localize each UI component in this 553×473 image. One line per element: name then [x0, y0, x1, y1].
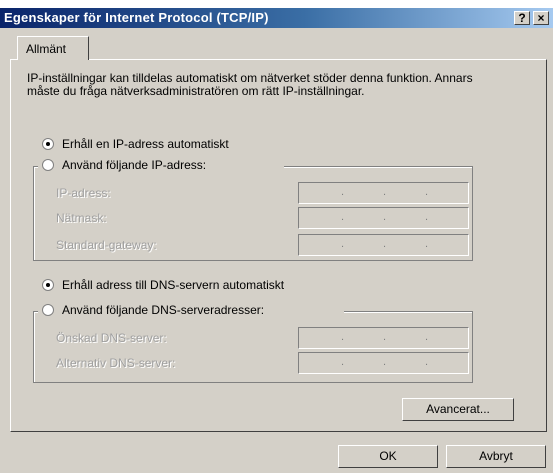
tab-general-label: Allmänt — [26, 42, 67, 56]
dns-manual-radio-label: Använd följande DNS-serveradresser: — [62, 303, 265, 317]
dns-manual-radio[interactable]: Använd följande DNS-serveradresser: — [38, 303, 344, 319]
alternate-dns-input: ... — [298, 352, 469, 374]
ip-address-input: ... — [298, 182, 469, 204]
preferred-dns-label: Önskad DNS-server: — [56, 331, 167, 345]
subnet-mask-input: ... — [298, 207, 469, 229]
ip-address-label: IP-adress: — [56, 186, 111, 200]
subnet-mask-label: Nätmask: — [56, 211, 107, 225]
dialog-window: Egenskaper för Internet Protocol (TCP/IP… — [0, 0, 553, 473]
ip-manual-radio-indicator[interactable] — [42, 159, 54, 171]
ip-manual-radio-label: Använd följande IP-adress: — [62, 158, 207, 172]
cancel-button[interactable]: Avbryt — [446, 445, 546, 468]
ip-manual-radio[interactable]: Använd följande IP-adress: — [38, 158, 284, 174]
help-button[interactable]: ? — [514, 11, 530, 25]
preferred-dns-input: ... — [298, 327, 469, 349]
window-title: Egenskaper för Internet Protocol (TCP/IP… — [4, 10, 269, 25]
tab-general[interactable]: Allmänt — [17, 36, 89, 60]
ip-auto-radio-indicator[interactable] — [42, 138, 54, 150]
alternate-dns-label: Alternativ DNS-server: — [56, 356, 176, 370]
dns-auto-radio-label: Erhåll adress till DNS-servern automatis… — [62, 278, 285, 292]
dns-manual-radio-indicator[interactable] — [42, 304, 54, 316]
default-gateway-label: Standard-gateway: — [56, 238, 157, 252]
ok-button[interactable]: OK — [338, 445, 438, 468]
close-button[interactable]: × — [533, 11, 549, 25]
info-text: IP-inställningar kan tilldelas automatis… — [27, 71, 473, 98]
top-strip — [0, 0, 553, 8]
title-bar[interactable]: Egenskaper för Internet Protocol (TCP/IP… — [0, 8, 553, 28]
advanced-button[interactable]: Avancerat... — [402, 398, 514, 421]
dns-auto-radio-indicator[interactable] — [42, 279, 54, 291]
default-gateway-input: ... — [298, 234, 469, 256]
ip-auto-radio-label: Erhåll en IP-adress automatiskt — [62, 137, 229, 151]
